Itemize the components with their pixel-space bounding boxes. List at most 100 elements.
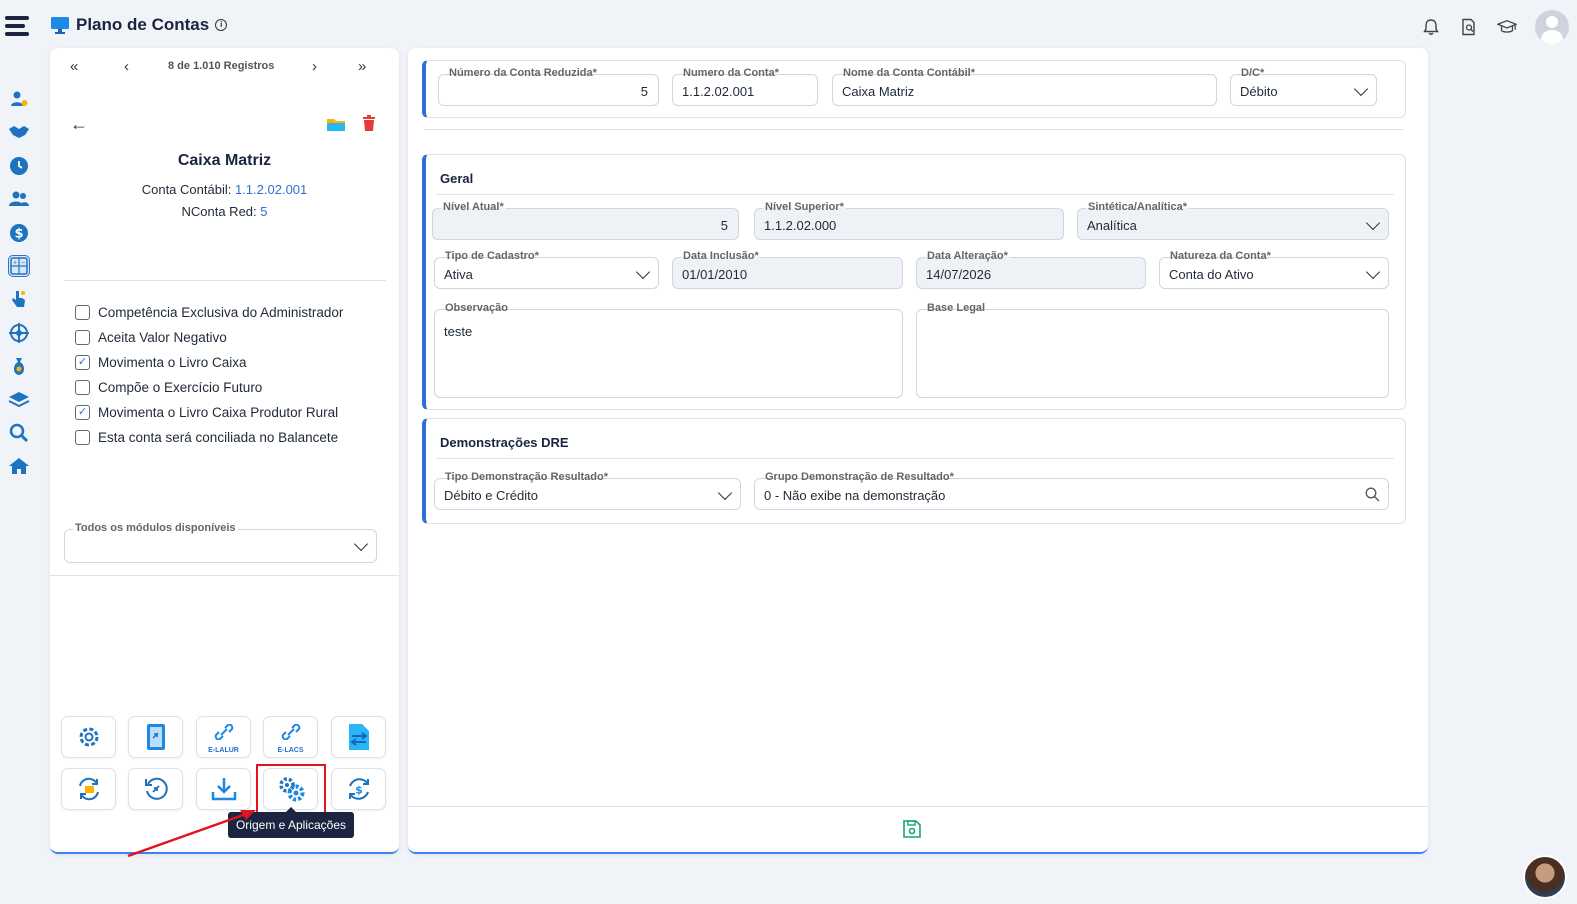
observacao-textarea[interactable]: Observação teste (434, 302, 903, 398)
checkbox[interactable] (75, 430, 90, 445)
network-icon[interactable] (8, 322, 30, 344)
conta-contabil-label: Conta Contábil: (141, 182, 232, 197)
dollar-icon[interactable]: $ (8, 222, 30, 244)
info-icon[interactable]: i (215, 19, 228, 31)
tooltip-origem-aplicacoes: Origem e Aplicações (228, 807, 354, 838)
checkbox-checked[interactable]: ✓ (75, 405, 90, 420)
conta-reduzida-field[interactable]: Número da Conta Reduzida* 5 (438, 67, 659, 106)
sync-folder-icon (78, 777, 99, 801)
natureza-conta-select[interactable]: Natureza da Conta* Conta do Ativo (1159, 250, 1389, 289)
conta-reduzida-value: 5 (640, 84, 648, 99)
checkbox[interactable] (75, 305, 90, 320)
divider (50, 575, 399, 576)
hamburger-menu-icon[interactable] (5, 16, 29, 38)
history-link-button[interactable] (128, 768, 183, 810)
checkbox-row[interactable]: Esta conta será conciliada no Balancete (75, 425, 343, 450)
checkbox[interactable] (75, 330, 90, 345)
record-count: 8 de 1.010 Registros (168, 60, 275, 72)
tipo-demonstracao-label: Tipo Demonstração Resultado* (443, 471, 610, 483)
sync-dollar-button[interactable]: $ (331, 768, 386, 810)
link-icon (214, 724, 233, 740)
settings-button[interactable] (61, 716, 116, 758)
data-inclusao-value: 01/01/2010 (682, 267, 748, 282)
back-arrow-icon[interactable]: ← (70, 114, 88, 135)
tipo-cadastro-select[interactable]: Tipo de Cadastro* Ativa (434, 250, 659, 289)
numero-conta-field[interactable]: Numero da Conta* 1.1.2.02.001 (672, 67, 818, 106)
calculator-icon[interactable]: + − (8, 254, 30, 277)
record-summary-panel: « ‹ 8 de 1.010 Registros › » ← Caixa Mat… (50, 48, 399, 854)
save-icon[interactable] (902, 819, 922, 839)
previous-record-button[interactable]: ‹ (124, 58, 129, 75)
trash-icon[interactable] (362, 115, 376, 131)
e-lalur-button[interactable]: E-LALUR (196, 716, 251, 758)
checkbox-checked[interactable]: ✓ (75, 355, 90, 370)
graduation-cap-icon[interactable] (1497, 17, 1517, 37)
last-record-button[interactable]: » (358, 58, 366, 75)
dc-select[interactable]: D/C* Débito (1230, 67, 1377, 106)
sintetica-analitica-value: Analítica (1087, 218, 1137, 233)
search-icon[interactable] (1365, 487, 1380, 502)
document-search-icon[interactable] (1459, 17, 1479, 37)
link-book-button[interactable] (128, 716, 183, 758)
dre-title: Demonstrações DRE (440, 435, 569, 450)
user-money-icon[interactable] (8, 88, 30, 110)
tipo-demonstracao-select[interactable]: Tipo Demonstração Resultado* Débito e Cr… (434, 471, 741, 510)
nome-conta-label: Nome da Conta Contábil* (841, 67, 978, 79)
e-lacs-button[interactable]: E-LACS (263, 716, 318, 758)
base-legal-textarea[interactable]: Base Legal (916, 302, 1389, 398)
divider (424, 129, 1404, 130)
checkbox[interactable] (75, 380, 90, 395)
nivel-superior-label: Nível Superior* (763, 201, 846, 213)
layers-icon[interactable] (8, 389, 30, 411)
bell-icon[interactable] (1421, 17, 1441, 37)
divider (436, 458, 1394, 459)
svg-text:+: + (13, 259, 17, 266)
sintetica-analitica-label: Sintética/Analítica* (1086, 201, 1190, 213)
grupo-demonstracao-field[interactable]: Grupo Demonstração de Resultado* 0 - Não… (754, 471, 1389, 510)
checkbox-label: Aceita Valor Negativo (98, 330, 227, 345)
checkbox-row[interactable]: Aceita Valor Negativo (75, 325, 343, 350)
user-avatar-icon[interactable] (1535, 10, 1569, 44)
history-link-icon (144, 777, 168, 800)
sync-folder-button[interactable] (61, 768, 116, 810)
divider (64, 280, 386, 281)
chevron-down-icon (1365, 215, 1381, 231)
search-icon[interactable] (8, 422, 30, 444)
chevron-down-icon (1365, 264, 1381, 280)
sync-dollar-icon: $ (348, 778, 369, 800)
chevron-down-icon (717, 485, 733, 501)
checkbox-row[interactable]: Compõe o Exercício Futuro (75, 375, 343, 400)
nome-conta-field[interactable]: Nome da Conta Contábil* Caixa Matriz (832, 67, 1217, 106)
first-record-button[interactable]: « (70, 58, 78, 75)
checkbox-row[interactable]: ✓ Movimenta o Livro Caixa (75, 350, 343, 375)
data-alteracao-value: 14/07/2026 (926, 267, 992, 282)
folder-icon[interactable] (326, 116, 346, 132)
modules-select[interactable]: Todos os módulos disponíveis (64, 522, 377, 563)
data-inclusao-field: Data Inclusão* 01/01/2010 (672, 250, 903, 289)
nivel-atual-label: Nível Atual* (441, 201, 506, 213)
side-nav: $ + − (8, 88, 34, 489)
home-icon[interactable] (8, 455, 30, 477)
sintetica-analitica-select[interactable]: Sintética/Analítica* Analítica (1077, 201, 1389, 240)
checkbox-row[interactable]: ✓ Movimenta o Livro Caixa Produtor Rural (75, 400, 343, 425)
clock-icon[interactable] (8, 155, 30, 177)
users-icon[interactable] (8, 188, 30, 210)
e-lacs-label: E-LACS (277, 747, 304, 754)
download-button[interactable] (196, 768, 251, 810)
grupo-demonstracao-value: 0 - Não exibe na demonstração (764, 488, 946, 503)
money-bag-icon[interactable] (8, 355, 30, 377)
hand-pointer-icon[interactable] (8, 288, 30, 310)
e-lalur-label: E-LALUR (208, 747, 239, 754)
assistant-avatar[interactable] (1523, 855, 1567, 899)
gear-icon (79, 727, 98, 747)
nivel-atual-value: 5 (720, 218, 728, 233)
chevron-down-icon (1353, 81, 1369, 97)
handshake-icon[interactable] (8, 121, 30, 143)
dc-value: Débito (1240, 84, 1278, 99)
checkbox-row[interactable]: Competência Exclusiva do Administrador (75, 300, 343, 325)
divider (408, 806, 1428, 807)
transfer-file-button[interactable] (331, 716, 386, 758)
nome-conta-value: Caixa Matriz (842, 84, 915, 99)
next-record-button[interactable]: › (312, 58, 317, 75)
page-title: Plano de Contas (76, 15, 210, 34)
